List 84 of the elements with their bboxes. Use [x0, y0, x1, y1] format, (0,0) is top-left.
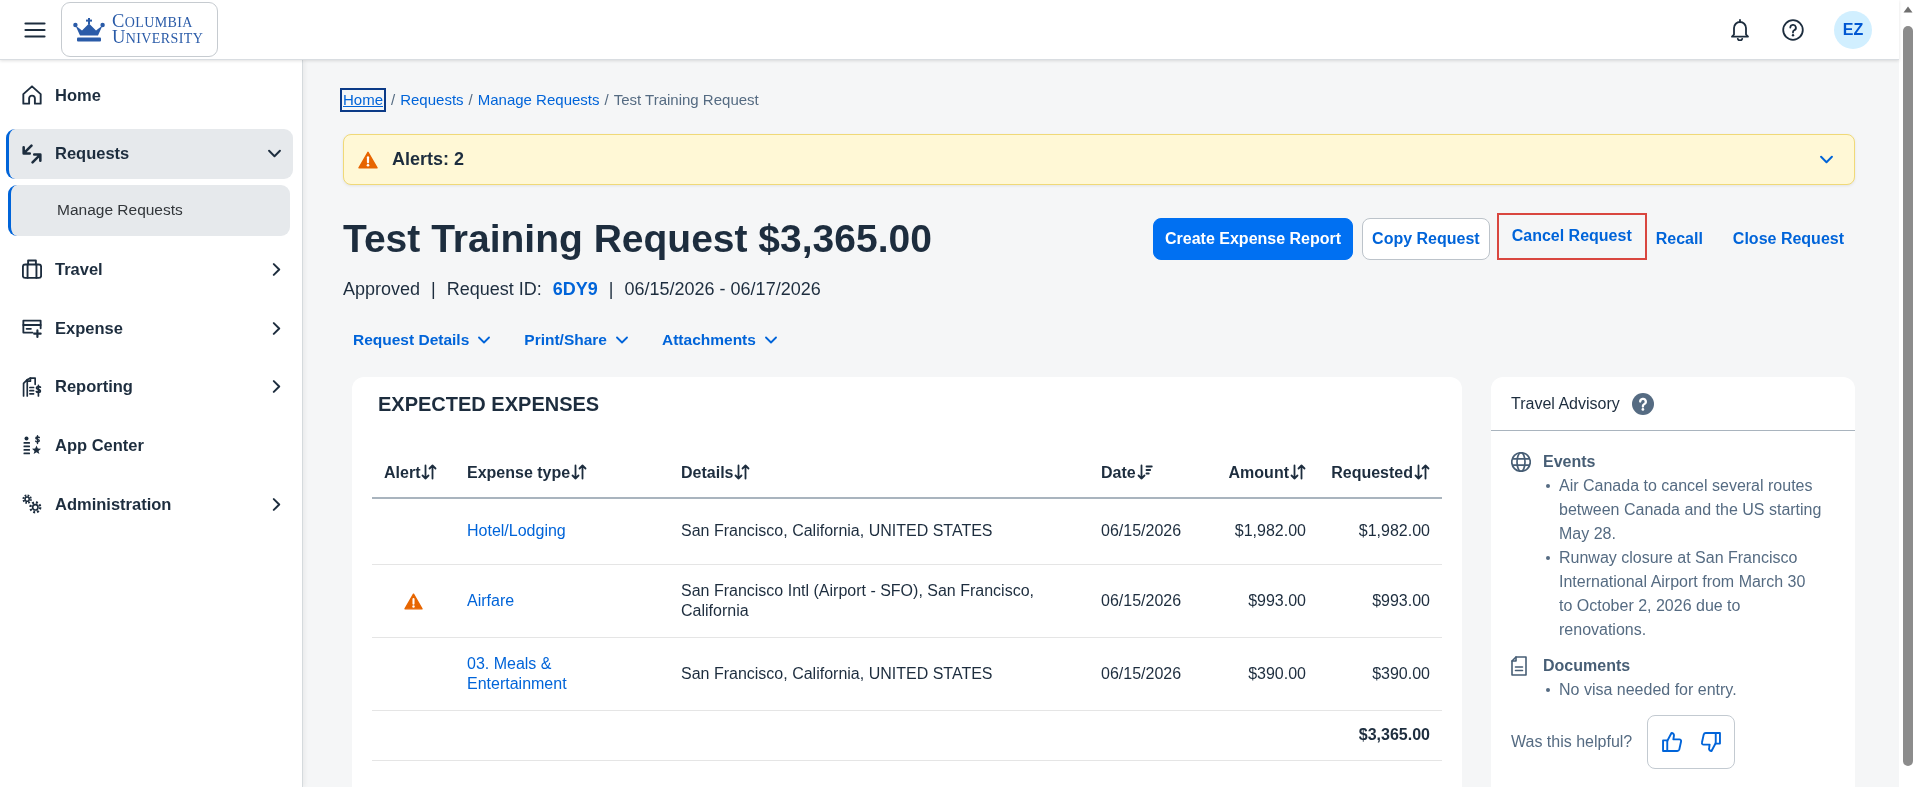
- field-label: Request ID:: [446, 278, 542, 300]
- column-header[interactable]: Details: [669, 449, 1089, 498]
- table-cell: $993.00: [1206, 564, 1318, 637]
- column-header[interactable]: Expense type: [455, 449, 669, 498]
- table-cell: $390.00: [1206, 637, 1318, 710]
- advisory-item: No visa needed for entry.: [1559, 680, 1738, 700]
- sidebar-item[interactable]: Home: [6, 70, 293, 120]
- sidebar-subitem[interactable]: Manage Requests: [8, 184, 290, 236]
- total-amount: $3,365.00: [1318, 710, 1442, 760]
- document-icon: [1511, 656, 1527, 676]
- alerts-bar[interactable]: Alerts: 2: [343, 134, 1855, 185]
- table-cell: San Francisco, California, UNITED STATES: [669, 498, 1089, 564]
- document-dollar-icon: [22, 376, 42, 397]
- list-icon: [22, 435, 42, 456]
- expense-type-link[interactable]: Hotel/Lodging: [467, 521, 566, 542]
- gears-icon: [22, 494, 42, 515]
- scrollbar-thumb[interactable]: [1902, 26, 1913, 766]
- breadcrumb-link[interactable]: Home: [340, 88, 386, 112]
- bullet-icon: [1546, 556, 1550, 560]
- table-cell: 06/15/2026: [1089, 637, 1206, 710]
- warning-icon: [358, 150, 378, 169]
- thumbs-up-icon[interactable]: [1661, 732, 1682, 752]
- section-heading: Documents: [1543, 656, 1632, 676]
- menu-icon[interactable]: [24, 20, 46, 39]
- column-header[interactable]: Date: [1089, 449, 1206, 498]
- table-cell: $1,982.00: [1206, 498, 1318, 564]
- table-cell: San Francisco, California, UNITED STATES: [669, 637, 1089, 710]
- home-icon: [22, 85, 42, 105]
- table-cell: $390.00: [1318, 637, 1442, 710]
- create-expense-report-button[interactable]: Create Expense Report: [1153, 217, 1354, 260]
- card-plus-icon: [22, 318, 42, 339]
- bell-icon[interactable]: [1730, 18, 1750, 41]
- table-cell: San Francisco Intl (Airport - SFO), San Francisco, California: [669, 564, 1089, 637]
- card-title: EXPECTED EXPENSES: [377, 393, 601, 415]
- page-title: Test Training Request $3,365.00: [343, 216, 932, 261]
- sidebar-item[interactable]: Expense: [6, 303, 293, 354]
- table-cell: 06/15/2026: [1089, 564, 1206, 637]
- sidebar-item[interactable]: Requests: [6, 128, 293, 179]
- bullet-icon: [1546, 484, 1550, 488]
- recall-button[interactable]: Recall: [1646, 217, 1712, 260]
- breadcrumb-link[interactable]: Requests: [400, 90, 464, 110]
- column-header[interactable]: Alert: [372, 449, 455, 498]
- sidebar-item[interactable]: Administration: [6, 479, 293, 530]
- breadcrumb-separator: /: [604, 90, 609, 110]
- breadcrumb-separator: /: [468, 90, 473, 110]
- breadcrumb-current: Test Training Request: [613, 90, 759, 110]
- arrows-icon: [22, 143, 42, 164]
- meta-separator: |: [608, 278, 614, 300]
- globe-icon: [1511, 452, 1531, 472]
- table-cell: $993.00: [1318, 564, 1442, 637]
- request-id-link[interactable]: 6DY9: [552, 278, 598, 300]
- feedback-question: Was this helpful?: [1511, 733, 1633, 751]
- attachments-menu[interactable]: Attachments: [652, 324, 787, 356]
- request-details-menu[interactable]: Request Details: [343, 324, 501, 356]
- table-cell: 06/15/2026: [1089, 498, 1206, 564]
- crown-icon: [73, 17, 105, 42]
- copy-request-button[interactable]: Copy Request: [1362, 217, 1490, 260]
- date-range: 06/15/2026 - 06/17/2026: [624, 278, 821, 300]
- help-icon[interactable]: [1782, 18, 1804, 41]
- close-request-button[interactable]: Close Request: [1711, 217, 1855, 260]
- advisory-item: Air Canada to cancel several routes between Canada and the US starting May 28.: [1559, 476, 1823, 544]
- sidebar-item[interactable]: App Center: [6, 420, 293, 471]
- university-logo[interactable]: COLUMBIA UNIVERSITY: [61, 2, 219, 57]
- cancel-request-button[interactable]: Cancel Request: [1496, 212, 1647, 260]
- bullet-icon: [1546, 688, 1550, 692]
- print-share-menu[interactable]: Print/Share: [514, 324, 638, 356]
- user-avatar[interactable]: EZ: [1834, 10, 1872, 49]
- sidebar-item[interactable]: Reporting: [6, 361, 293, 412]
- column-header[interactable]: Amount: [1206, 449, 1318, 498]
- advisory-item: Runway closure at San Francisco International Airport from March 30 to October 2, 2026 due to renovations.: [1559, 548, 1807, 640]
- table-cell: $1,982.00: [1318, 498, 1442, 564]
- status-text: Approved: [343, 278, 421, 300]
- expense-type-link[interactable]: Airfare: [467, 590, 515, 611]
- thumbs-down-icon[interactable]: [1700, 732, 1721, 752]
- scroll-up-icon[interactable]: [1902, 6, 1913, 13]
- card-title: Travel Advisory: [1511, 394, 1620, 413]
- section-heading: Events: [1543, 452, 1597, 472]
- breadcrumb-separator: /: [391, 90, 396, 110]
- briefcase-icon: [22, 259, 42, 280]
- column-header[interactable]: Requested: [1318, 449, 1442, 498]
- sidebar-item[interactable]: Travel: [6, 244, 293, 295]
- expense-type-link[interactable]: 03. Meals & Entertainment: [467, 653, 629, 694]
- meta-separator: |: [431, 278, 436, 300]
- breadcrumb-link[interactable]: Manage Requests: [477, 90, 600, 110]
